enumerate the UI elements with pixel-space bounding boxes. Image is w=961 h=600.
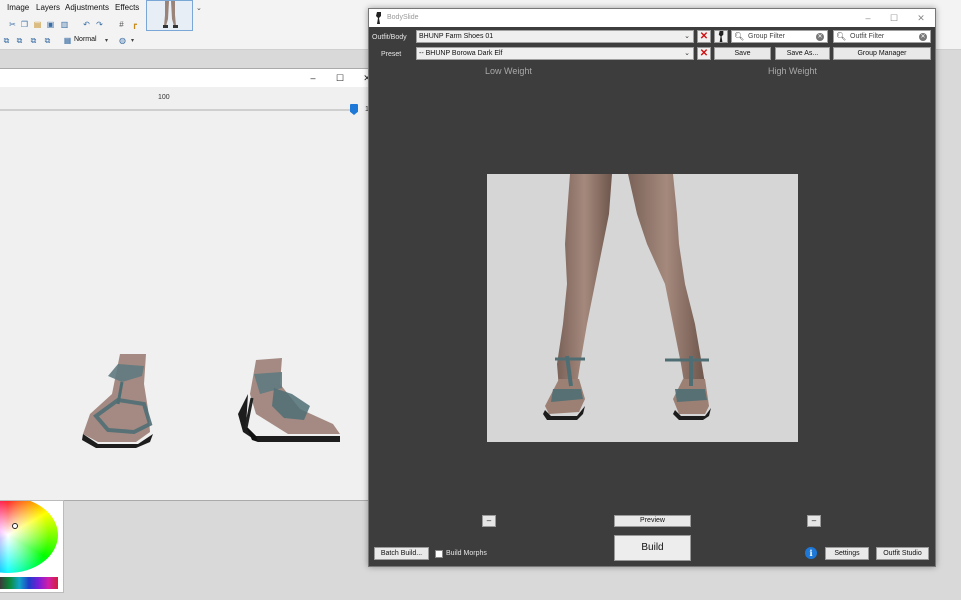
deselect-icon[interactable]: ▥ [60, 20, 69, 29]
antialias-dropdown-icon[interactable]: ▾ [131, 37, 134, 44]
color-wheel-marker[interactable] [12, 523, 18, 529]
save-as-button[interactable]: Save As... [775, 47, 830, 60]
preset-value: -- BHUNP Borowa Dark Elf [419, 50, 503, 57]
info-icon[interactable]: i [805, 547, 817, 559]
bodyslide-maximize-icon[interactable]: ☐ [887, 12, 901, 24]
menu-adjustments[interactable]: Adjustments [65, 3, 109, 12]
low-weight-label: Low Weight [485, 66, 532, 76]
outfit-body-select[interactable]: BHUNP Farm Shoes 01 ⌄ [416, 30, 694, 43]
high-weight-label: High Weight [768, 66, 817, 76]
build-button[interactable]: Build [614, 535, 691, 561]
bodyslide-minimize-icon[interactable]: – [861, 12, 875, 24]
shoe-preview-render [82, 354, 340, 448]
menu-layers[interactable]: Layers [36, 3, 60, 12]
outfit-body-value: BHUNP Farm Shoes 01 [419, 33, 494, 40]
crop-icon[interactable]: ▣ [46, 20, 55, 29]
preview-button[interactable]: Preview [614, 515, 691, 527]
search-icon: 🔍︎ [836, 32, 847, 41]
preview-window-titlebar[interactable]: – ☐ ✕ [0, 69, 381, 87]
layer-props-icon[interactable]: ⧉ [43, 36, 52, 45]
redo-icon[interactable]: ↷ [95, 20, 104, 29]
group-filter-placeholder: Group Filter [748, 33, 785, 40]
batch-build-button[interactable]: Batch Build... [374, 547, 429, 560]
group-manager-button[interactable]: Group Manager [833, 47, 931, 60]
undo-icon[interactable]: ↶ [82, 20, 91, 29]
outfit-delete-button[interactable]: ✕ [697, 30, 711, 43]
maximize-icon[interactable]: ☐ [333, 72, 347, 84]
legs-preview-render [543, 174, 711, 420]
grid-icon[interactable]: # [117, 20, 126, 29]
preview-window: – ☐ ✕ 100 100 [0, 68, 382, 501]
bodyslide-window: BodySlide – ☐ ✕ Outfit/Body BHUNP Farm S… [368, 8, 936, 567]
ruler-icon[interactable]: ┏ [130, 20, 139, 29]
layer-duplicate-icon[interactable]: ⧉ [15, 36, 24, 45]
outfit-studio-quick-button[interactable] [714, 30, 728, 43]
outfit-filter-placeholder: Outfit Filter [850, 33, 885, 40]
bodyslide-logo-icon [376, 12, 381, 24]
thumbnail-chevron-icon[interactable]: ⌄ [196, 4, 202, 12]
build-morphs-label: Build Morphs [446, 550, 487, 557]
low-weight-minus-button[interactable]: – [482, 515, 496, 527]
antialias-icon[interactable]: ◍ [118, 36, 127, 45]
paste-icon[interactable]: ▤ [33, 20, 42, 29]
clear-icon[interactable]: ✕ [919, 33, 927, 41]
copy-icon[interactable]: ❐ [20, 20, 29, 29]
preview-viewport[interactable] [487, 174, 798, 442]
bodyslide-figure-icon [718, 31, 723, 42]
delete-x-icon: ✕ [699, 31, 709, 42]
layer-merge-icon[interactable]: ⧉ [29, 36, 38, 45]
high-weight-minus-button[interactable]: – [807, 515, 821, 527]
layer-add-icon[interactable]: ⧉ [2, 36, 11, 45]
save-button[interactable]: Save [714, 47, 771, 60]
search-icon: 🔍︎ [734, 32, 745, 41]
blend-mode-select[interactable]: Normal [74, 36, 97, 43]
outfit-chevron-down-icon: ⌄ [684, 33, 690, 40]
outfit-filter-input[interactable]: 🔍︎ Outfit Filter ✕ [833, 30, 931, 43]
thumbnail-figure-icon [163, 1, 178, 28]
menu-image[interactable]: Image [7, 3, 29, 12]
outfit-studio-button[interactable]: Outfit Studio [876, 547, 929, 560]
blend-mode-dropdown-icon[interactable]: ▾ [105, 37, 108, 44]
minimize-icon[interactable]: – [306, 72, 320, 84]
group-filter-input[interactable]: 🔍︎ Group Filter ✕ [731, 30, 828, 43]
bodyslide-titlebar[interactable]: BodySlide – ☐ ✕ [369, 9, 935, 27]
color-picker-panel [0, 500, 64, 593]
delete-x-icon: ✕ [699, 48, 709, 59]
preset-delete-button[interactable]: ✕ [697, 47, 711, 60]
blend-mode-icon: ▦ [63, 36, 72, 45]
cut-icon[interactable]: ✂ [8, 20, 17, 29]
preset-chevron-down-icon: ⌄ [684, 50, 690, 57]
build-morphs-checkbox[interactable] [435, 550, 443, 558]
color-wheel[interactable] [0, 501, 58, 573]
bodyslide-close-icon[interactable]: ✕ [914, 12, 928, 24]
preset-label: Preset [381, 51, 402, 58]
weight-slider-track[interactable] [0, 109, 354, 111]
bodyslide-title: BodySlide [387, 14, 419, 21]
image-thumbnail[interactable] [146, 0, 193, 31]
color-palette-strip[interactable] [0, 577, 58, 589]
preset-select[interactable]: -- BHUNP Borowa Dark Elf ⌄ [416, 47, 694, 60]
weight-slider-thumb[interactable] [350, 104, 358, 115]
slider-value-label: 100 [158, 94, 170, 101]
settings-button[interactable]: Settings [825, 547, 869, 560]
menu-effects[interactable]: Effects [115, 3, 139, 12]
clear-icon[interactable]: ✕ [816, 33, 824, 41]
outfit-body-label: Outfit/Body [372, 34, 407, 41]
